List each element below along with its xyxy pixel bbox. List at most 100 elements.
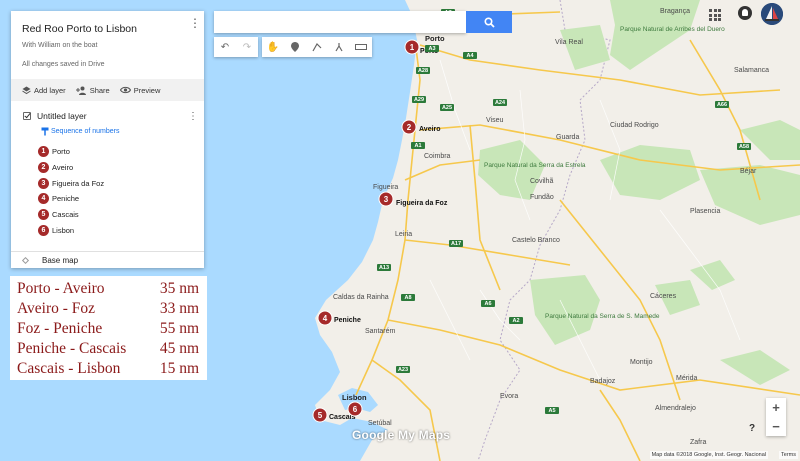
distance-value: 45 nm: [159, 340, 199, 357]
road-shield-label: A1: [414, 143, 421, 149]
share-button[interactable]: Share: [75, 86, 110, 95]
layer-options-icon[interactable]: ⋮: [188, 111, 198, 122]
search-input[interactable]: [214, 11, 466, 33]
road-shield: A8: [401, 294, 415, 301]
point-number-badge: 2: [38, 162, 49, 174]
park-s-mamede-label: Parque Natural da Serra de S. Mamede: [545, 313, 660, 320]
city-almendralejo-label: Almendralejo: [655, 405, 696, 412]
map-legend-panel: Red Roo Porto to Lisbon ⋮ With William o…: [11, 11, 204, 268]
road-shield-label: A29: [414, 97, 424, 103]
map-title[interactable]: Red Roo Porto to Lisbon: [22, 23, 137, 35]
city-badajoz-label: Badajoz: [590, 378, 616, 385]
road-shield-label: A28: [418, 68, 428, 74]
more-options-icon[interactable]: ⋮: [189, 17, 201, 29]
road-shield: A2: [509, 317, 523, 324]
notifications-icon[interactable]: [738, 6, 752, 20]
layer-title[interactable]: Untitled layer: [37, 111, 87, 121]
city-braganca-label: Bragança: [660, 8, 690, 15]
point-number-badge: 1: [38, 146, 49, 158]
base-map-toggle[interactable]: Base map: [11, 251, 204, 268]
park-estrela-label: Parque Natural da Serra da Estrela: [484, 162, 586, 169]
road-shield: A24: [493, 99, 507, 106]
city-montijo-label: Montijo: [630, 359, 653, 366]
city-viseu-label: Viseu: [486, 117, 503, 124]
map-toolbar: ↶ ↷ ✋: [214, 37, 372, 57]
point-list-item[interactable]: 3 Figueira da Foz: [38, 175, 104, 191]
marker-label: Aveiro: [419, 126, 441, 133]
city-evora-label: Evora: [500, 393, 518, 400]
avatar[interactable]: [761, 3, 783, 25]
city-plasencia-label: Plasencia: [690, 208, 720, 215]
map-description[interactable]: With William on the boat: [22, 42, 97, 49]
preview-label: Preview: [133, 85, 161, 95]
road-shield-label: A58: [739, 144, 749, 150]
layers-icon: [22, 86, 31, 94]
distance-leg: Peniche - Cascais: [17, 340, 127, 357]
city-salamanca-label: Salamanca: [734, 67, 769, 74]
add-layer-button[interactable]: Add layer: [22, 86, 66, 95]
add-marker-icon[interactable]: [284, 37, 306, 57]
point-name: Porto: [52, 147, 70, 157]
road-shield-label: A8: [404, 295, 411, 301]
road-shield: A58: [737, 143, 751, 150]
point-list-item[interactable]: 1 Porto: [38, 144, 104, 160]
point-list-item[interactable]: 4 Peniche: [38, 191, 104, 207]
city-caldas-label: Caldas da Rainha: [333, 294, 389, 301]
point-name: Figueira da Foz: [52, 178, 105, 188]
point-name: Cascais: [52, 210, 79, 220]
point-list-item[interactable]: 2 Aveiro: [38, 160, 104, 176]
layer-style-label: Sequence of numbers: [51, 128, 120, 135]
road-shield: A66: [715, 101, 729, 108]
add-person-icon: [75, 86, 86, 95]
marker-label: Peniche: [334, 317, 361, 324]
city-figueira-label: Figueira: [373, 184, 398, 191]
city-fundao-label: Fundão: [530, 194, 554, 201]
city-porto-label: Porto: [425, 34, 445, 43]
distance-value: 33 nm: [159, 300, 199, 317]
route-marker-6[interactable]: 6: [347, 401, 363, 417]
point-name: Lisbon: [52, 225, 75, 235]
undo-icon[interactable]: ↶: [214, 37, 236, 57]
road-shield: A28: [416, 67, 430, 74]
city-leiria-label: Leiria: [395, 231, 412, 238]
save-status: All changes saved in Drive: [22, 61, 105, 68]
zoom-out-button[interactable]: −: [766, 417, 786, 436]
road-shield: A29: [412, 96, 426, 103]
measure-icon[interactable]: [350, 37, 372, 57]
redo-icon[interactable]: ↷: [236, 37, 258, 57]
hand-icon[interactable]: ✋: [262, 37, 284, 57]
add-layer-label: Add layer: [34, 85, 66, 95]
layer-visibility-checkbox[interactable]: [23, 112, 31, 120]
road-shield: A6: [481, 300, 495, 307]
road-shield: A3: [425, 45, 439, 52]
terms-link[interactable]: Terms: [779, 451, 798, 459]
search-button[interactable]: [466, 11, 512, 33]
distance-leg: Porto - Aveiro: [17, 280, 105, 297]
road-shield-label: A17: [451, 241, 461, 247]
road-shield-label: A3: [428, 46, 435, 52]
distance-leg: Cascais - Lisbon: [17, 360, 121, 377]
apps-grid-icon[interactable]: [709, 9, 721, 21]
map-attribution: Map data ©2018 Google, Inst. Geogr. Naci…: [649, 451, 768, 459]
distance-row: Peniche - Cascais 45 nm: [17, 339, 199, 359]
draw-line-icon[interactable]: [306, 37, 328, 57]
road-shield-label: A4: [466, 53, 474, 59]
city-merida-label: Mérida: [676, 375, 698, 382]
point-number-badge: 4: [38, 193, 49, 205]
point-list-item[interactable]: 5 Cascais: [38, 207, 104, 223]
help-button[interactable]: ?: [749, 423, 755, 434]
preview-button[interactable]: Preview: [119, 85, 161, 95]
road-shield-label: A5: [548, 408, 555, 414]
layer-style-link[interactable]: Sequence of numbers: [41, 127, 120, 136]
zoom-in-button[interactable]: +: [766, 398, 786, 417]
marker-number: 1: [410, 43, 415, 52]
directions-icon[interactable]: [328, 37, 350, 57]
point-number-badge: 5: [38, 209, 49, 221]
city-ciudad-rodrigo-label: Ciudad Rodrigo: [610, 122, 659, 129]
city-setubal-label: Setúbal: [368, 420, 392, 427]
distance-value: 15 nm: [159, 360, 199, 377]
city-castelo-branco-label: Castelo Branco: [512, 237, 560, 244]
point-list-item[interactable]: 6 Lisbon: [38, 222, 104, 238]
city-santarem-label: Santarém: [365, 328, 396, 335]
point-list: 1 Porto 2 Aveiro 3 Figueira da Foz 4 Peniche 5 Ca…: [38, 144, 104, 238]
